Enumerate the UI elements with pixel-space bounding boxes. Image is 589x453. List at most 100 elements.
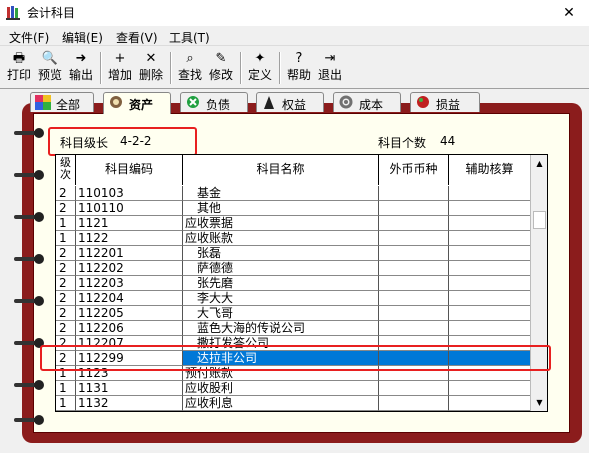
printer-icon: 🖶 [12, 51, 26, 66]
help-button[interactable]: ? 帮助 [284, 50, 314, 87]
cell-name: 张先磨 [183, 276, 379, 291]
header-currency[interactable]: 外币币种 [379, 155, 449, 185]
cell-aux [449, 381, 531, 396]
toolbar-separator [279, 52, 281, 84]
add-button[interactable]: + 增加 [105, 50, 135, 87]
toolbar-separator [100, 52, 102, 84]
pnl-icon [417, 96, 429, 108]
header-code[interactable]: 科目编码 [76, 155, 183, 185]
accounting-subjects-window: 会计科目 ✕ 文件(F) 编辑(E) 查看(V) 工具(T) 🖶 打印 🔍 预览… [0, 0, 589, 453]
cell-aux [449, 186, 531, 201]
menu-edit[interactable]: 编辑(E) [62, 29, 103, 46]
exit-icon: ⇥ [324, 51, 336, 66]
preview-button[interactable]: 🔍 预览 [35, 50, 65, 87]
cell-level: 2 [56, 321, 76, 336]
header-name[interactable]: 科目名称 [183, 155, 379, 185]
add-icon: + [114, 51, 126, 66]
tab-cost[interactable]: 成本 [333, 92, 401, 112]
table-row[interactable]: 2 112204 李大大 [56, 291, 531, 306]
close-button[interactable]: ✕ [549, 0, 589, 26]
tab-equity[interactable]: 权益 [256, 92, 324, 112]
table-row[interactable]: 2 112206 蓝色大海的传说公司 [56, 321, 531, 336]
tab-liabilities[interactable]: 负债 [180, 92, 248, 112]
delete-icon: ✕ [145, 51, 157, 66]
cell-cur [379, 396, 449, 411]
header-level[interactable]: 级次 [56, 155, 76, 185]
cell-code: 110110 [76, 201, 183, 216]
cell-level: 2 [56, 261, 76, 276]
tab-profit-loss[interactable]: 损益 [410, 92, 480, 112]
tab-assets[interactable]: 资产 [103, 92, 171, 114]
cell-level: 1 [56, 231, 76, 246]
cell-cur [379, 231, 449, 246]
menu-file[interactable]: 文件(F) [9, 29, 49, 46]
header-code-text: 科目编码 [104, 162, 153, 176]
binder-ring [14, 296, 44, 306]
cell-level: 2 [56, 201, 76, 216]
cell-code: 112202 [76, 261, 183, 276]
tab-assets-label: 资产 [129, 98, 154, 112]
cell-aux [449, 246, 531, 261]
edit-label: 修改 [208, 68, 233, 82]
table-row[interactable]: 1 1121 应收票据 [56, 216, 531, 231]
help-label: 帮助 [286, 68, 311, 82]
table-row[interactable]: 2 112201 张磊 [56, 246, 531, 261]
menu-tools[interactable]: 工具(T) [169, 29, 210, 46]
table-row[interactable]: 2 112203 张先磨 [56, 276, 531, 291]
print-button[interactable]: 🖶 打印 [4, 50, 34, 87]
cell-level: 2 [56, 276, 76, 291]
delete-button[interactable]: ✕ 删除 [136, 50, 166, 87]
cell-code: 1121 [76, 216, 183, 231]
scroll-up-icon[interactable]: ▲ [532, 156, 547, 171]
table-row[interactable]: 2 110110 其他 [56, 201, 531, 216]
binder-ring [14, 380, 44, 390]
menu-bar: 文件(F) 编辑(E) 查看(V) 工具(T) [0, 26, 589, 46]
tab-cost-label: 成本 [359, 98, 384, 112]
header-aux[interactable]: 辅助核算 [449, 155, 531, 185]
exit-button[interactable]: ⇥ 退出 [315, 50, 345, 87]
scroll-down-icon[interactable]: ▼ [532, 395, 547, 410]
cell-cur [379, 381, 449, 396]
cell-code: 110103 [76, 186, 183, 201]
print-label: 打印 [6, 68, 31, 82]
exit-label: 退出 [317, 68, 342, 82]
edit-button[interactable]: ✎ 修改 [206, 50, 236, 87]
tab-equity-label: 权益 [282, 98, 307, 112]
cell-cur [379, 321, 449, 336]
table-row[interactable]: 1 1131 应收股利 [56, 381, 531, 396]
table-row[interactable]: 2 112202 萨德德 [56, 261, 531, 276]
table-row[interactable]: 1 1132 应收利息 [56, 396, 531, 411]
cell-name: 李大大 [183, 291, 379, 306]
cell-aux [449, 231, 531, 246]
cell-level: 1 [56, 216, 76, 231]
define-button[interactable]: ✦ 定义 [245, 50, 275, 87]
find-icon: ⌕ [186, 51, 194, 66]
find-label: 查找 [177, 68, 202, 82]
delete-label: 删除 [138, 68, 163, 82]
highlight-box-level-length [48, 127, 197, 156]
table-row[interactable]: 2 112205 大飞哥 [56, 306, 531, 321]
title-bar: 会计科目 ✕ [0, 0, 589, 26]
find-button[interactable]: ⌕ 查找 [175, 50, 205, 87]
tab-all[interactable]: 全部 [30, 92, 94, 112]
binder-ring [14, 254, 44, 264]
binder-ring [14, 128, 44, 138]
cell-aux [449, 321, 531, 336]
table-row[interactable]: 1 1122 应收账款 [56, 231, 531, 246]
define-label: 定义 [247, 68, 272, 82]
grid-scrollbar[interactable]: ▲ ▼ [530, 155, 547, 411]
cell-code: 1132 [76, 396, 183, 411]
subjects-grid[interactable]: 级次 科目编码 科目名称 外币币种 辅助核算 2 110103 基金 2 110110 其… [55, 154, 548, 412]
table-row[interactable]: 2 110103 基金 [56, 186, 531, 201]
menu-view[interactable]: 查看(V) [116, 29, 158, 46]
cell-aux [449, 216, 531, 231]
cell-level: 1 [56, 396, 76, 411]
cell-aux [449, 201, 531, 216]
export-button[interactable]: ➜ 输出 [66, 50, 96, 87]
highlight-box-selected-row [40, 345, 551, 371]
binder-ring [14, 415, 44, 425]
cell-cur [379, 291, 449, 306]
scroll-thumb[interactable] [533, 211, 546, 229]
header-currency-text: 外币币种 [389, 162, 438, 176]
cell-aux [449, 306, 531, 321]
